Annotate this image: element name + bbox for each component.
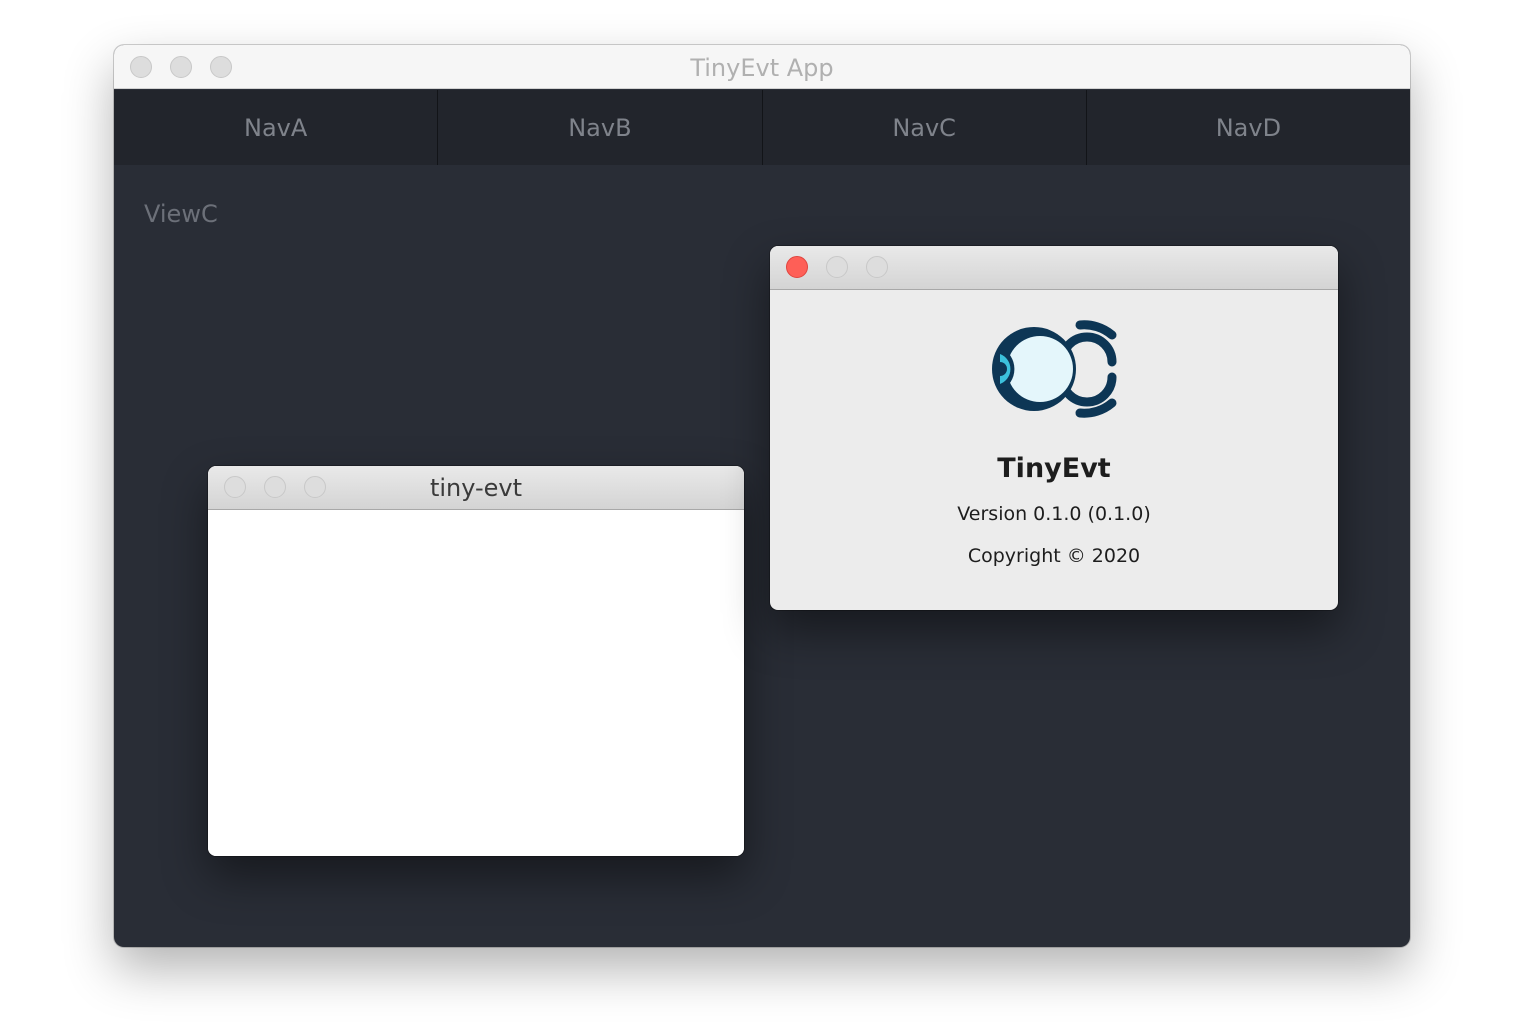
about-window: TinyEvt Version 0.1.0 (0.1.0) Copyright … — [770, 246, 1338, 610]
nav-item-b[interactable]: NavB — [438, 90, 763, 165]
copyright-text: Copyright © 2020 — [967, 545, 1141, 567]
app-name: TinyEvt — [997, 453, 1111, 484]
view-label: ViewC — [144, 200, 218, 228]
nav-item-a[interactable]: NavA — [114, 90, 439, 165]
tiny-evt-content — [208, 510, 744, 856]
nav-item-d[interactable]: NavD — [1087, 90, 1410, 165]
navbar: NavA NavB NavC NavD — [114, 90, 1410, 165]
window-title: tiny-evt — [429, 474, 523, 502]
main-titlebar[interactable]: TinyEvt App — [114, 45, 1410, 89]
tinyevt-eye-logo-icon — [992, 320, 1117, 418]
close-button[interactable] — [786, 256, 808, 278]
version-text: Version 0.1.0 (0.1.0) — [957, 503, 1151, 525]
about-titlebar[interactable] — [770, 246, 1338, 290]
tiny-evt-window: tiny-evt — [208, 466, 744, 856]
tiny-evt-titlebar[interactable]: tiny-evt — [208, 466, 744, 510]
about-body: TinyEvt Version 0.1.0 (0.1.0) Copyright … — [770, 291, 1338, 610]
minimize-button[interactable] — [826, 256, 848, 278]
nav-item-c[interactable]: NavC — [763, 90, 1087, 165]
window-title: TinyEvt App — [690, 54, 834, 82]
zoom-button[interactable] — [866, 256, 888, 278]
